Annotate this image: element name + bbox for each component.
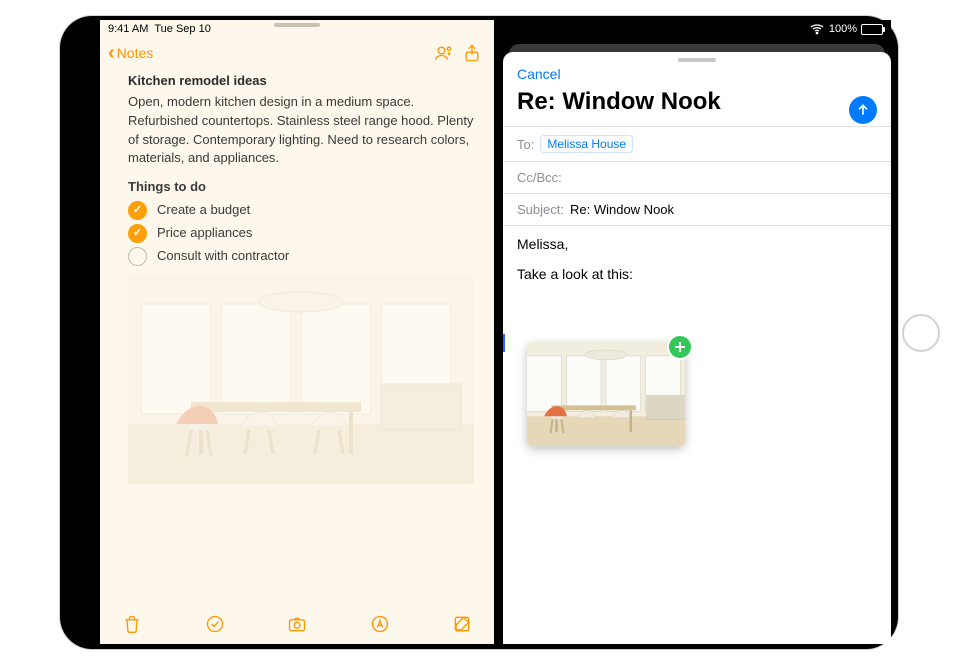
recipient-pill[interactable]: Melissa House	[540, 135, 633, 153]
todo-item[interactable]: Price appliances	[128, 224, 474, 243]
checklist-icon[interactable]	[201, 610, 229, 638]
trash-icon[interactable]	[118, 610, 146, 638]
status-date: Tue Sep 10	[154, 23, 210, 35]
note-title: Kitchen remodel ideas	[128, 72, 474, 91]
subject-value: Re: Window Nook	[570, 202, 674, 217]
to-field[interactable]: To: Melissa House	[503, 126, 891, 161]
status-bar-left: 9:41 AM Tue Sep 10	[100, 20, 494, 38]
note-attached-image[interactable]	[128, 274, 474, 484]
todo-label: Price appliances	[157, 224, 252, 243]
battery-pct: 100%	[829, 23, 857, 35]
body-line: Take a look at this:	[517, 266, 877, 282]
todo-label: Create a budget	[157, 201, 250, 220]
to-label: To:	[517, 137, 534, 152]
home-button[interactable]	[902, 314, 940, 352]
note-content[interactable]: Kitchen remodel ideas Open, modern kitch…	[100, 68, 494, 604]
todo-item[interactable]: Create a budget	[128, 201, 474, 220]
cancel-button[interactable]: Cancel	[517, 66, 561, 82]
split-view-divider[interactable]	[494, 20, 503, 644]
cc-label: Cc/Bcc:	[517, 170, 562, 185]
plus-badge-icon	[667, 334, 693, 360]
mail-app-pane: 100% Cancel Re: Window Nook	[503, 20, 891, 644]
mail-compose-sheet: Cancel Re: Window Nook To: Melissa House…	[503, 52, 891, 644]
battery-icon	[861, 24, 883, 35]
compose-title: Re: Window Nook	[503, 82, 891, 126]
notes-bottom-toolbar	[100, 604, 494, 644]
cc-bcc-field[interactable]: Cc/Bcc:	[503, 161, 891, 193]
share-icon[interactable]	[458, 39, 486, 67]
dragged-image-thumbnail[interactable]	[527, 342, 685, 446]
body-line: Melissa,	[517, 236, 877, 252]
unchecked-circle-icon[interactable]	[128, 247, 147, 266]
back-label: Notes	[117, 45, 154, 61]
collaborate-icon[interactable]	[430, 39, 458, 67]
checkmark-circle-icon[interactable]	[128, 201, 147, 220]
compose-note-icon[interactable]	[448, 610, 476, 638]
notes-app-pane: 9:41 AM Tue Sep 10 ‹ Notes Kitc	[100, 20, 494, 644]
note-subhead: Things to do	[128, 178, 474, 197]
compose-body[interactable]: Melissa, Take a look at this:	[503, 225, 891, 644]
subject-label: Subject:	[517, 202, 564, 217]
back-to-notes-button[interactable]: ‹ Notes	[108, 45, 153, 61]
status-bar-right: 100%	[503, 20, 891, 38]
ipad-screen: 9:41 AM Tue Sep 10 ‹ Notes Kitc	[100, 20, 891, 644]
camera-icon[interactable]	[283, 610, 311, 638]
status-time: 9:41 AM	[108, 23, 148, 35]
checkmark-circle-icon[interactable]	[128, 224, 147, 243]
wifi-icon	[809, 21, 825, 37]
todo-list: Create a budget Price appliances Consult…	[128, 201, 474, 266]
notes-navbar: ‹ Notes	[100, 38, 494, 68]
subject-field[interactable]: Subject: Re: Window Nook	[503, 193, 891, 225]
todo-item[interactable]: Consult with contractor	[128, 247, 474, 266]
note-paragraph: Open, modern kitchen design in a medium …	[128, 93, 474, 168]
markup-icon[interactable]	[366, 610, 394, 638]
arrow-up-icon	[855, 102, 871, 118]
todo-label: Consult with contractor	[157, 247, 289, 266]
send-button[interactable]	[849, 96, 877, 124]
text-cursor	[503, 334, 505, 352]
